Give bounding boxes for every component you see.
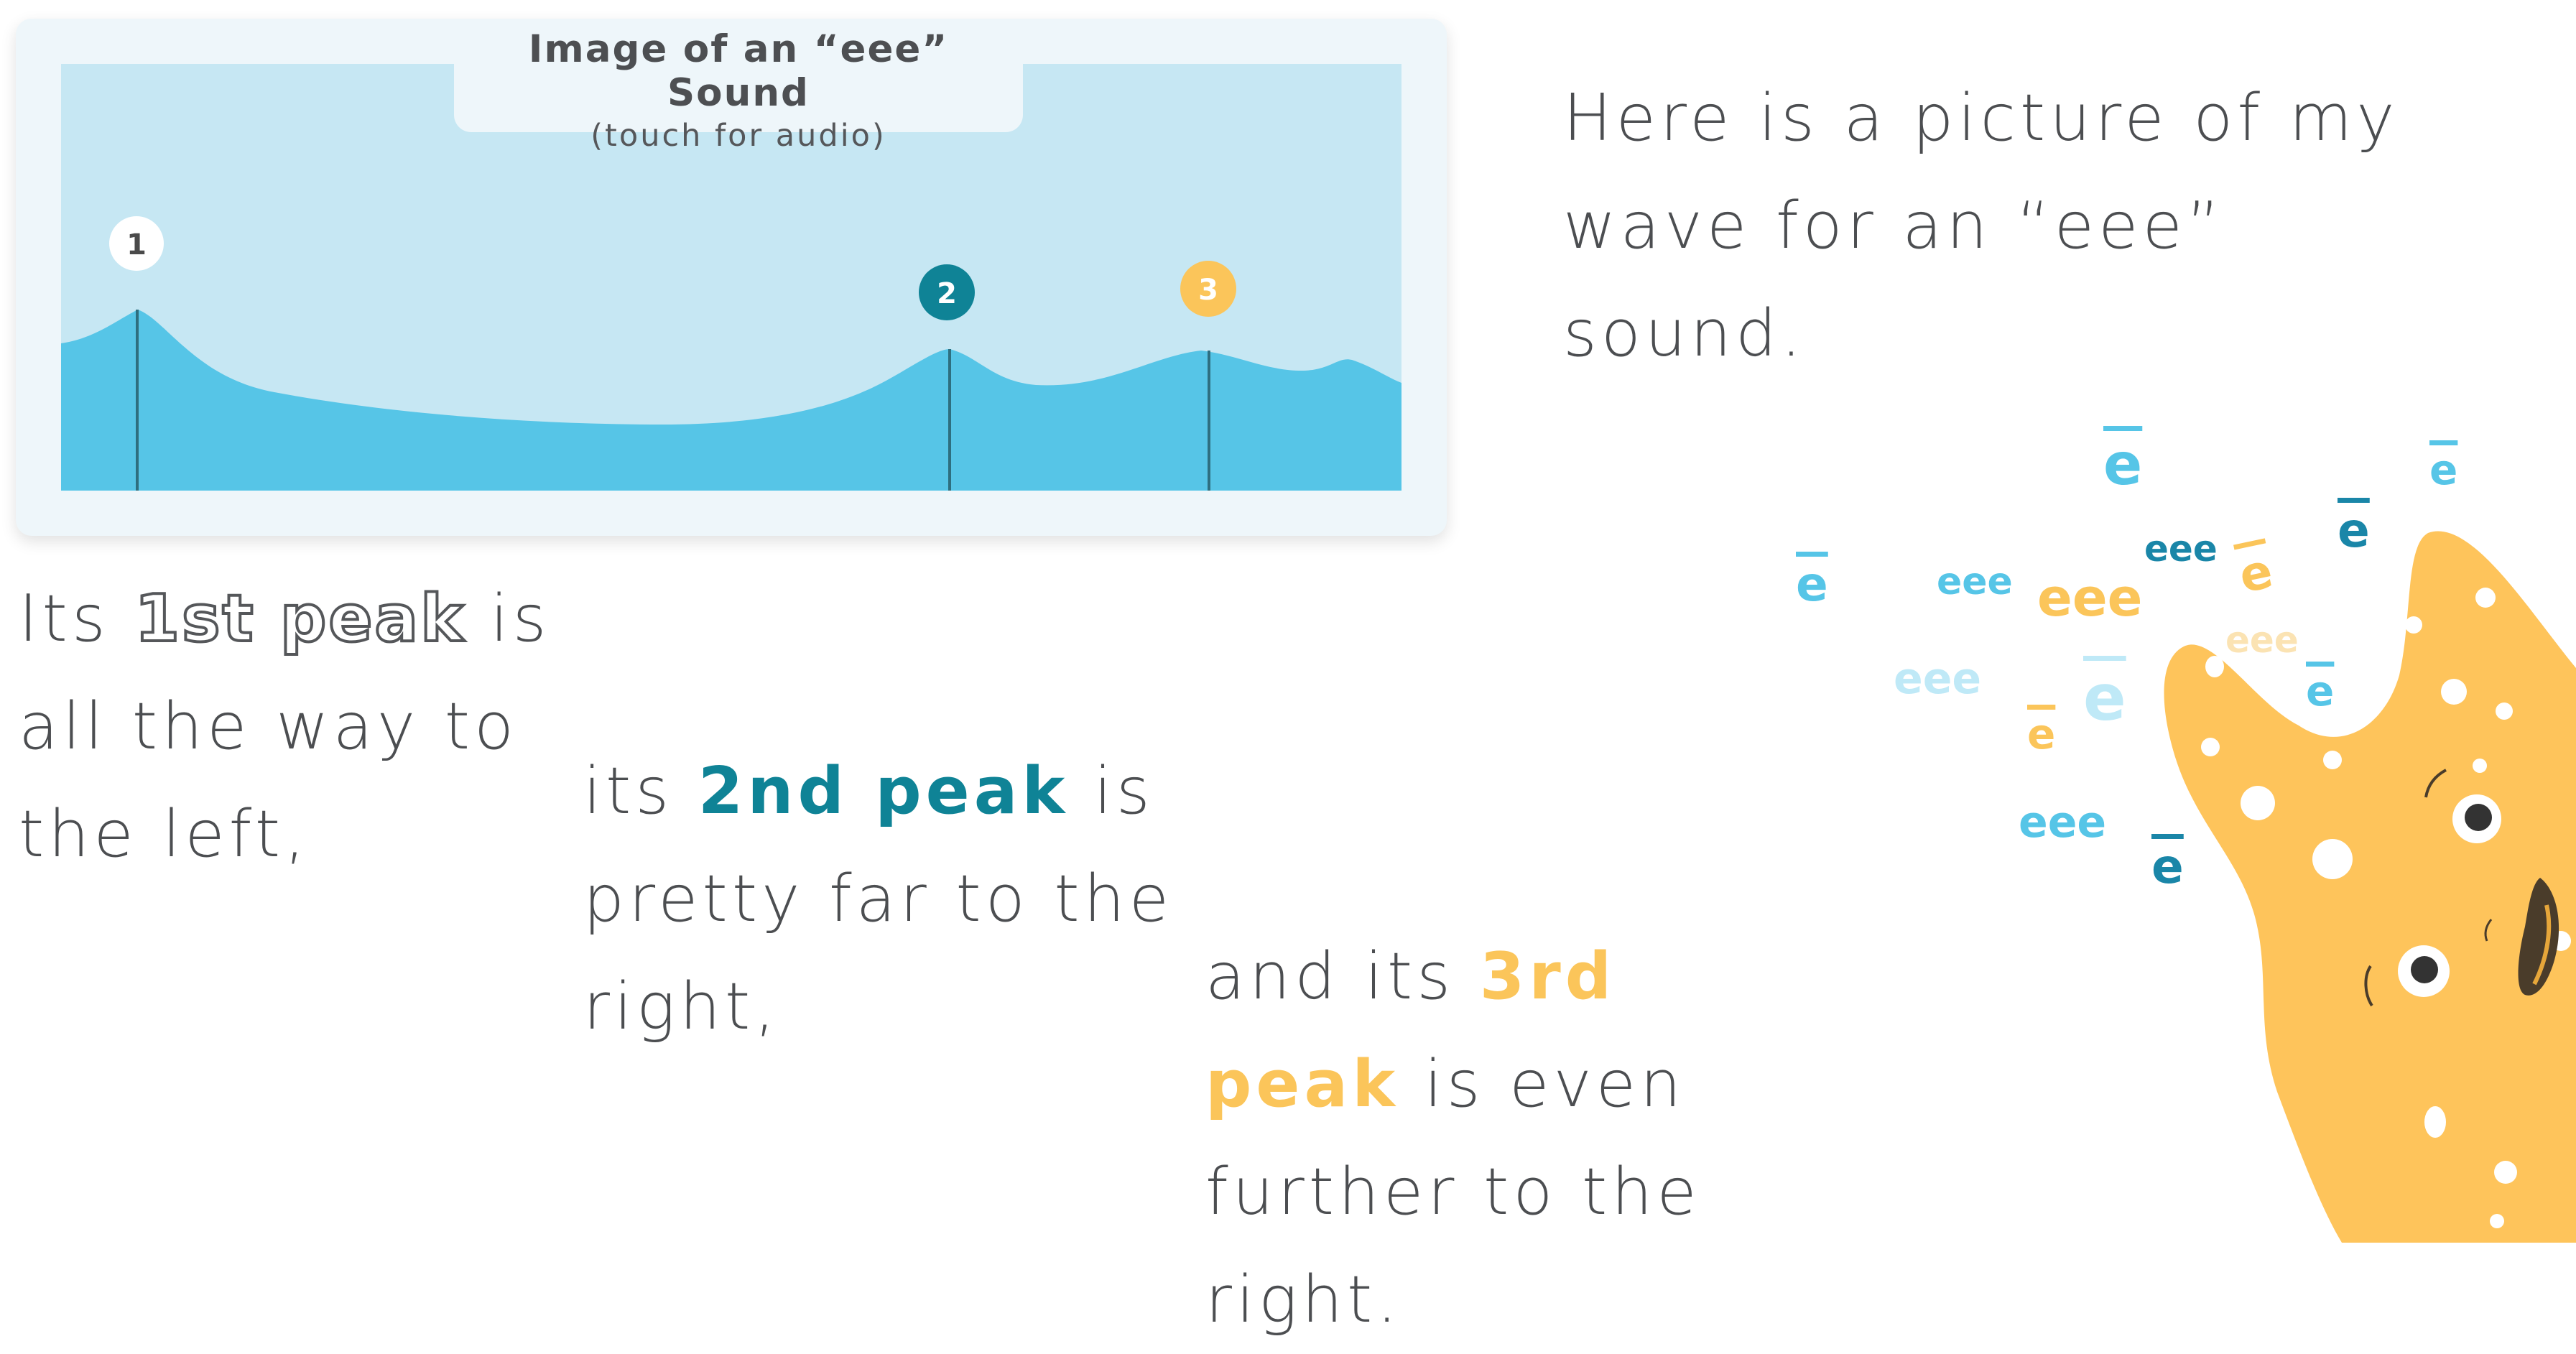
peak-3-paragraph: and its 3rd peak is even further to the … — [1205, 923, 1823, 1354]
floating-e: e — [2429, 445, 2457, 494]
peak-1-paragraph: Its 1st peak is all the way to the left, — [19, 565, 622, 889]
floating-e: e — [2103, 431, 2142, 498]
peak-1-label: 1st peak — [134, 581, 465, 657]
wave-card[interactable]: 1 2 3 Image of an “eee” Sound (touch for… — [16, 19, 1447, 536]
peak-1-marker: 1 — [109, 216, 164, 271]
creature-body — [2164, 532, 2576, 1243]
floating-eee: eee — [1937, 560, 2013, 603]
floating-eee: eee — [2037, 567, 2143, 628]
creature-illustration — [2148, 517, 2576, 1243]
floating-e: e — [2027, 710, 2055, 759]
card-subtitle: (touch for audio) — [454, 118, 1023, 154]
peak-2-number: 2 — [937, 277, 957, 310]
peak-2-pre: its — [583, 753, 698, 829]
audio-button[interactable]: Image of an “eee” Sound (touch for audio… — [454, 19, 1023, 132]
floating-e: e — [1796, 557, 1828, 612]
floating-eee: eee — [1894, 654, 1981, 704]
peak-1-pre: Its — [19, 581, 134, 657]
peak-3-marker: 3 — [1180, 261, 1236, 317]
peak-2-marker: 2 — [919, 264, 975, 320]
peak-3-number: 3 — [1198, 274, 1218, 307]
floating-e: e — [2083, 661, 2126, 735]
peak-2-label: 2nd peak — [698, 753, 1070, 829]
card-title: Image of an “eee” Sound — [454, 27, 1023, 115]
peak-3-pre: and its — [1205, 939, 1480, 1014]
floating-eee: eee — [2019, 797, 2106, 848]
peak-2-paragraph: its 2nd peak is pretty far to the right, — [583, 738, 1201, 1061]
intro-text: Here is a picture of my wave for an “eee… — [1563, 65, 2440, 388]
peak-1-number: 1 — [126, 228, 147, 261]
